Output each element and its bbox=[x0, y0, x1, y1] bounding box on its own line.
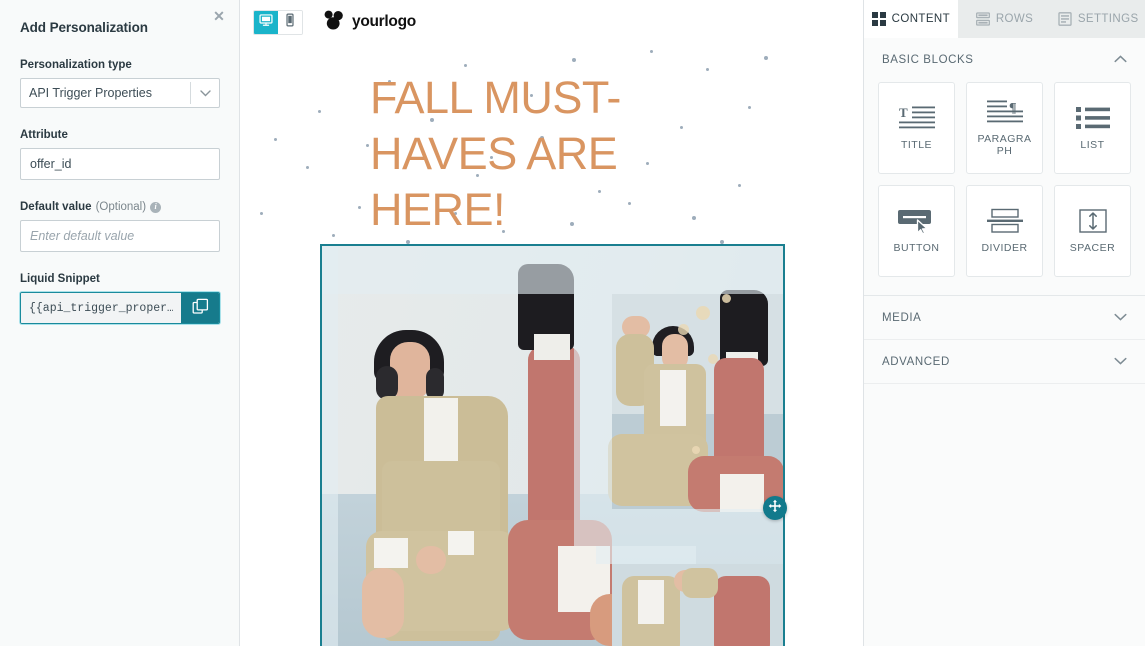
mobile-phone-icon bbox=[283, 13, 297, 32]
list-icon bbox=[1074, 105, 1112, 131]
desktop-preview-button[interactable] bbox=[254, 10, 278, 34]
section-media[interactable]: MEDIA bbox=[864, 296, 1145, 340]
block-button-label: BUTTON bbox=[893, 242, 940, 254]
tab-content-label: CONTENT bbox=[891, 13, 951, 25]
basic-blocks-grid: T TITLE ¶ PARAGRAPH LIST BUTTON DIVIDER … bbox=[864, 82, 1145, 291]
info-icon[interactable]: i bbox=[150, 201, 162, 213]
chevron-down-icon bbox=[191, 89, 219, 97]
personalization-type-select[interactable]: API Trigger Properties bbox=[20, 78, 220, 108]
device-preview-toggle bbox=[253, 9, 303, 35]
section-media-label: MEDIA bbox=[882, 311, 922, 324]
settings-list-icon bbox=[1058, 12, 1072, 26]
chevron-down-icon bbox=[1114, 356, 1127, 368]
logo-mark-icon bbox=[323, 10, 345, 35]
copy-snippet-button[interactable] bbox=[181, 293, 219, 323]
default-value-label: Default value (Optional) i bbox=[20, 201, 219, 213]
liquid-snippet-row bbox=[20, 292, 220, 324]
block-spacer[interactable]: SPACER bbox=[1054, 185, 1131, 277]
brand-name: yourlogo bbox=[352, 13, 416, 30]
personalization-type-field: Personalization type API Trigger Propert… bbox=[20, 59, 220, 108]
block-paragraph[interactable]: ¶ PARAGRAPH bbox=[966, 82, 1043, 174]
tab-rows[interactable]: ROWS bbox=[957, 0, 1052, 38]
divider-icon bbox=[986, 208, 1024, 234]
personalization-type-value: API Trigger Properties bbox=[29, 86, 152, 100]
default-value-input[interactable] bbox=[20, 220, 220, 252]
block-move-handle[interactable] bbox=[763, 496, 787, 520]
block-divider-label: DIVIDER bbox=[981, 242, 1028, 254]
spacer-icon bbox=[1076, 208, 1110, 234]
panel-title: Add Personalization bbox=[20, 20, 148, 35]
svg-text:T: T bbox=[899, 105, 908, 120]
attribute-field: Attribute bbox=[20, 129, 220, 180]
tab-settings-label: SETTINGS bbox=[1077, 13, 1139, 25]
liquid-snippet-label: Liquid Snippet bbox=[20, 273, 100, 285]
section-basic-blocks-label: BASIC BLOCKS bbox=[882, 54, 974, 66]
block-list-label: LIST bbox=[1080, 139, 1105, 151]
canvas-toolbar: yourlogo bbox=[240, 0, 863, 44]
tab-rows-label: ROWS bbox=[995, 13, 1034, 25]
block-list[interactable]: LIST bbox=[1054, 82, 1131, 174]
move-arrows-icon bbox=[768, 499, 782, 518]
liquid-snippet-field: Liquid Snippet bbox=[20, 273, 220, 324]
fashion-model-photo bbox=[322, 246, 783, 646]
block-button[interactable]: BUTTON bbox=[878, 185, 955, 277]
close-icon[interactable]: ✕ bbox=[209, 6, 229, 26]
block-spacer-label: SPACER bbox=[1069, 242, 1116, 254]
email-headline[interactable]: FALL MUST- HAVES ARE HERE! bbox=[370, 70, 670, 238]
block-divider[interactable]: DIVIDER bbox=[966, 185, 1043, 277]
block-paragraph-label: PARAGRAPH bbox=[977, 133, 1032, 157]
add-personalization-panel: ✕ Add Personalization Personalization ty… bbox=[0, 0, 240, 646]
brand-logo: yourlogo bbox=[323, 10, 416, 35]
default-value-label-text: Default value bbox=[20, 201, 92, 213]
liquid-snippet-input[interactable] bbox=[21, 293, 181, 323]
desktop-monitor-icon bbox=[259, 13, 273, 32]
section-advanced-label: ADVANCED bbox=[882, 355, 950, 368]
title-icon: T bbox=[898, 105, 936, 131]
tab-settings[interactable]: SETTINGS bbox=[1051, 0, 1145, 38]
tab-content[interactable]: CONTENT bbox=[864, 0, 958, 38]
attribute-input[interactable] bbox=[20, 148, 220, 180]
grid-blocks-icon bbox=[871, 12, 886, 26]
email-canvas: yourlogo FALL MUST- HAVES ARE HERE! bbox=[240, 0, 863, 646]
default-value-field: Default value (Optional) i bbox=[20, 201, 220, 252]
copy-icon bbox=[192, 298, 209, 318]
section-advanced[interactable]: ADVANCED bbox=[864, 340, 1145, 384]
email-editor-app: ✕ Add Personalization Personalization ty… bbox=[0, 0, 1145, 646]
email-image-block[interactable] bbox=[320, 244, 785, 646]
sidebar-tabs: CONTENT ROWS SETTINGS bbox=[864, 0, 1145, 38]
email-body: FALL MUST- HAVES ARE HERE! bbox=[240, 44, 863, 646]
chevron-down-icon bbox=[1114, 312, 1127, 324]
svg-text:¶: ¶ bbox=[1009, 101, 1017, 116]
content-sidebar: CONTENT ROWS SETTINGS BASIC BLOCKS T TIT… bbox=[863, 0, 1145, 646]
personalization-type-label: Personalization type bbox=[20, 59, 132, 71]
attribute-label: Attribute bbox=[20, 129, 68, 141]
block-title-label: TITLE bbox=[900, 139, 933, 151]
section-basic-blocks[interactable]: BASIC BLOCKS bbox=[864, 38, 1145, 82]
button-icon bbox=[897, 208, 937, 234]
paragraph-icon: ¶ bbox=[986, 99, 1024, 125]
chevron-up-icon bbox=[1114, 54, 1127, 66]
optional-text: (Optional) bbox=[95, 201, 147, 213]
block-title[interactable]: T TITLE bbox=[878, 82, 955, 174]
rows-icon bbox=[975, 12, 990, 26]
mobile-preview-button[interactable] bbox=[278, 10, 302, 34]
